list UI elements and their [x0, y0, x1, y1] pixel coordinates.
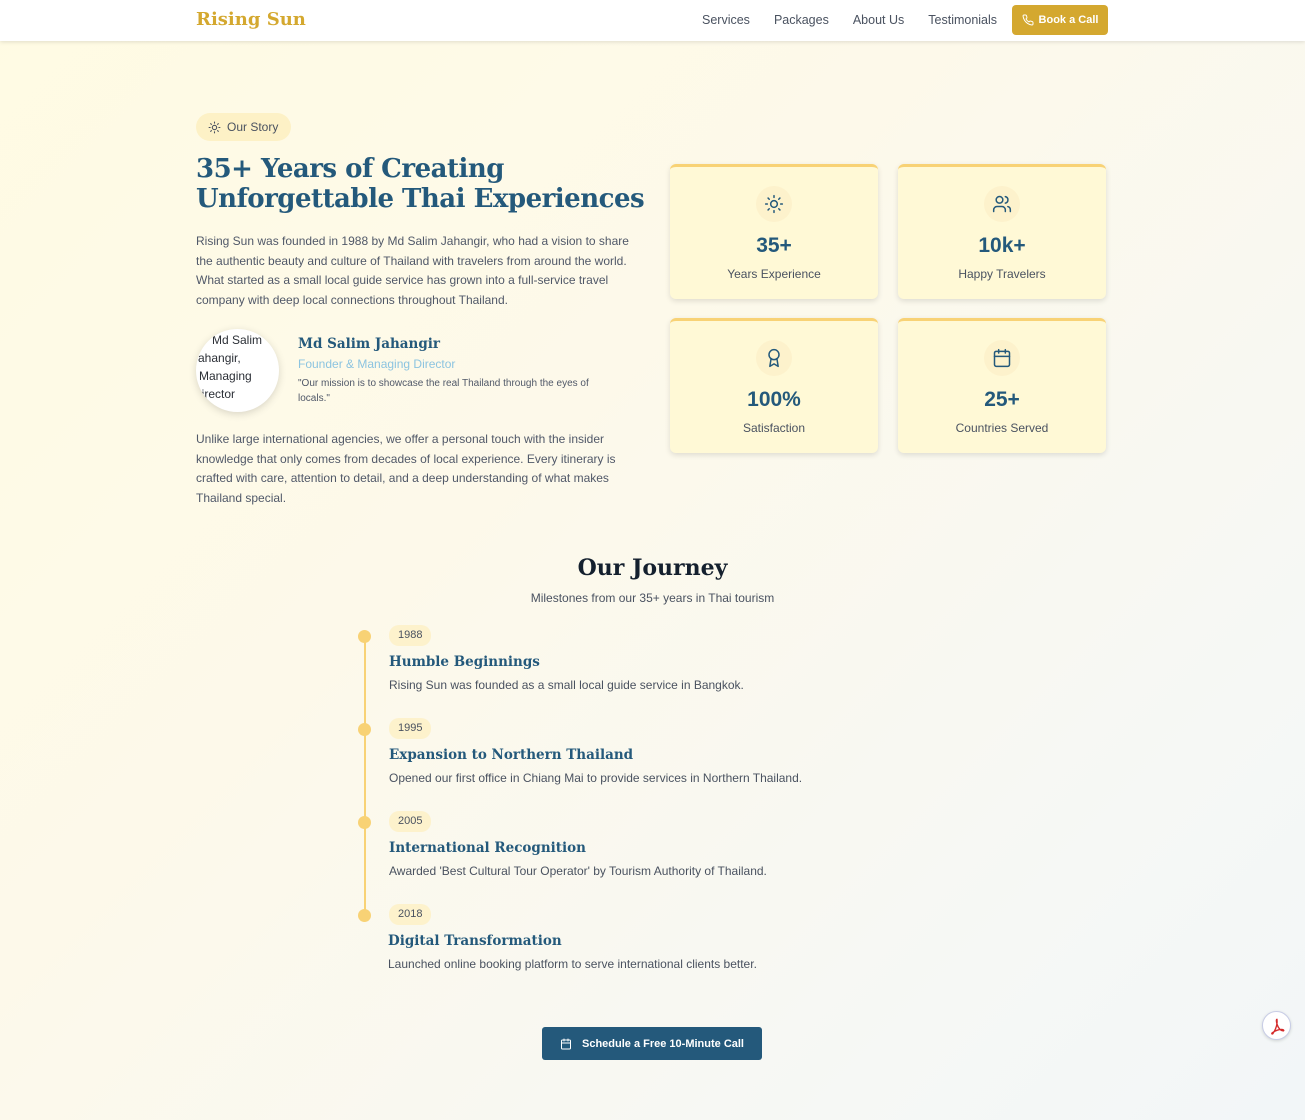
top-navbar: Rising Sun Services Packages About Us Te… [0, 0, 1305, 41]
milestone-title: Expansion to Northern Thailand [389, 747, 634, 763]
journey-title: Our Journey [577, 555, 728, 581]
stat-label: Countries Served [955, 421, 1049, 435]
sun-icon [764, 194, 784, 214]
avatar-alt-line-2: Jahangir, [196, 351, 241, 365]
milestone-year: 1988 [389, 625, 432, 646]
stat-card-travelers: 10k+ Happy Travelers [898, 164, 1106, 299]
milestone-year: 2018 [389, 904, 432, 925]
stat-label: Years Experience [727, 267, 821, 281]
nav-link-about[interactable]: About Us [853, 13, 904, 27]
story-paragraph-2: Unlike large international agencies, we … [196, 432, 616, 505]
stat-value: 35+ [756, 234, 792, 257]
nav-link-testimonials[interactable]: Testimonials [928, 13, 997, 27]
page-title: 35+ Years of Creating Unforgettable Thai… [196, 154, 645, 214]
calendar-icon [561, 1038, 571, 1049]
founder-avatar: Md Salim Jahangir, Managing Director [196, 329, 279, 412]
milestone-description: Launched online booking platform to serv… [388, 957, 757, 971]
stat-card-countries: 25+ Countries Served [898, 318, 1106, 453]
milestone-year: 1995 [389, 718, 432, 739]
avatar-alt-line-3: Managing [199, 369, 252, 383]
users-icon [992, 195, 1012, 213]
timeline-dot [358, 816, 371, 829]
milestone-title: International Recognition [389, 840, 586, 856]
award-icon [768, 348, 780, 368]
avatar-alt-line-1: Md Salim [212, 333, 263, 347]
milestone-title: Digital Transformation [388, 933, 562, 949]
nav-link-services[interactable]: Services [702, 13, 750, 27]
schedule-call-label: Schedule a Free 10-Minute Call [582, 1037, 744, 1050]
phone-icon [1022, 14, 1034, 26]
timeline-dot [358, 909, 371, 922]
stat-label: Happy Travelers [958, 267, 1046, 281]
brand-logo[interactable]: Rising Sun [196, 9, 306, 30]
journey-subtitle: Milestones from our 35+ years in Thai to… [530, 591, 775, 605]
milestone-description: Awarded 'Best Cultural Tour Operator' by… [389, 864, 767, 878]
story-paragraph-1: Rising Sun was founded in 1988 by Md Sal… [196, 234, 629, 307]
stat-value: 10k+ [978, 234, 1026, 257]
calendar-icon [993, 348, 1011, 368]
stat-label: Satisfaction [742, 421, 806, 435]
main-nav: Services Packages About Us Testimonials [702, 13, 1021, 27]
founder-name: Md Salim Jahangir [298, 336, 441, 352]
avatar-alt-line-4: Director [196, 387, 236, 401]
our-story-badge: Our Story [196, 113, 291, 141]
book-call-button[interactable]: Book a Call [1012, 5, 1108, 35]
our-story-label: Our Story [227, 120, 279, 134]
pdf-viewer-button[interactable] [1262, 1011, 1291, 1040]
timeline-dot [358, 723, 371, 736]
stat-value: 100% [747, 388, 801, 411]
pdf-icon [1270, 1018, 1284, 1035]
stat-card-satisfaction: 100% Satisfaction [670, 318, 878, 453]
founder-quote: "Our mission is to showcase the real Tha… [298, 378, 589, 404]
milestone-item: 2018 Digital Transformation Launched onl… [358, 904, 958, 989]
timeline-dot [358, 630, 371, 643]
schedule-call-button[interactable]: Schedule a Free 10-Minute Call [542, 1027, 762, 1060]
milestone-item: 1995 Expansion to Northern Thailand Open… [358, 718, 958, 803]
founder-role: Founder & Managing Director [298, 357, 456, 371]
milestone-title: Humble Beginnings [389, 654, 540, 670]
milestone-item: 1988 Humble Beginnings Rising Sun was fo… [358, 625, 958, 710]
milestone-item: 2005 International Recognition Awarded '… [358, 811, 958, 896]
stat-card-years: 35+ Years Experience [670, 164, 878, 299]
milestone-description: Rising Sun was founded as a small local … [389, 678, 744, 692]
stat-value: 25+ [984, 388, 1020, 411]
milestone-description: Opened our first office in Chiang Mai to… [389, 771, 803, 785]
milestone-year: 2005 [389, 811, 432, 832]
sun-icon [208, 121, 221, 133]
book-call-label: Book a Call [1038, 14, 1099, 26]
nav-link-packages[interactable]: Packages [774, 13, 829, 27]
